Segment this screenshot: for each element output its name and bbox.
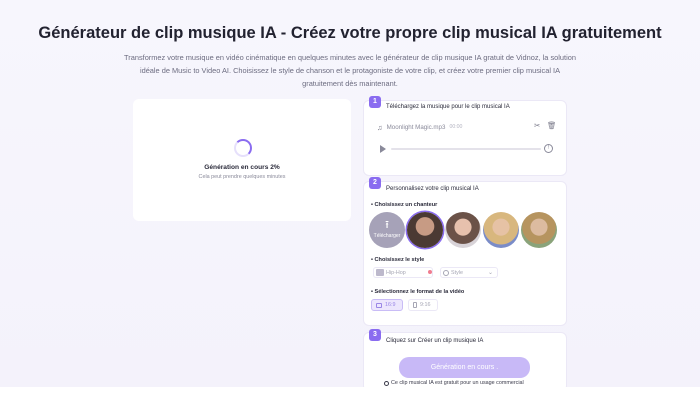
step3-title: Cliquez sur Créer un clip musique IA [386,338,484,344]
style-placeholder: Style [451,269,463,276]
singer-avatar-2[interactable] [445,212,481,248]
singer-avatar-3[interactable] [483,212,519,248]
style-section-label: • Choisissez le style [371,257,425,263]
page-subtitle: Transformez votre musique en vidéo ciném… [124,53,576,88]
file-name: Moonlight Magic.mp3 [386,123,446,131]
landscape-ratio-icon [376,302,382,308]
loading-spinner-icon [234,139,252,157]
step1-card [363,100,567,176]
preview-panel: Génération en cours 2% Cela peut prendre… [133,99,351,221]
scissors-icon[interactable]: ✂ [534,121,540,130]
commercial-use-note: Ce clip musical IA est gratuit pour un u… [384,380,524,386]
footnote-text: Ce clip musical IA est gratuit pour un u… [391,380,524,386]
step2-number: 2 [369,177,381,189]
bottom-strip [0,387,700,400]
format-option-label: 16:9 [385,302,396,308]
selected-dot-icon [428,270,432,274]
singer-section-label: • Choisissez un chanteur [371,202,438,208]
singer-avatar-1[interactable] [407,212,443,248]
upload-arrow-icon: ⭱ [385,219,389,231]
uploaded-file: ♫ Moonlight Magic.mp3 00:00 [377,121,462,133]
audio-player: ! [377,142,557,156]
audio-progress-track[interactable] [391,148,541,150]
chevron-down-icon: ⌄ [487,270,493,276]
play-icon[interactable] [380,145,386,153]
format-section-label: • Sélectionnez le format de la vidéo [371,289,465,295]
singer-avatar-4[interactable] [521,212,557,248]
step2-title: Personnalisez votre clip musical IA [386,186,479,192]
step1-title: Téléchargez la musique pour le clip musi… [386,104,510,110]
portrait-ratio-icon [413,302,417,308]
format-option-label: 9:16 [420,302,431,308]
style-label-text: Choisissez le style [374,257,425,263]
genre-select[interactable]: Hip-Hop [373,267,433,278]
genre-thumbnail-icon [376,269,384,276]
upload-label: Télécharger [373,233,401,239]
format-option-landscape[interactable]: 16:9 [371,299,403,311]
file-duration: 00:00 [449,124,463,130]
step3-number: 3 [369,329,381,341]
generation-hint: Cela peut prendre quelques minutes [198,174,286,180]
generation-status: Génération en cours 2% [204,164,280,171]
style-icon [443,269,449,276]
trash-icon[interactable]: 🗑 [547,121,557,130]
format-label-text: Sélectionnez le format de la vidéo [374,289,465,295]
step1-number: 1 [369,96,381,108]
style-select[interactable]: Style ⌄ [440,267,498,278]
genre-value: Hip-Hop [386,269,406,276]
format-option-portrait[interactable]: 9:16 [408,299,438,311]
singer-label-text: Choisissez un chanteur [374,202,438,208]
info-icon[interactable]: ! [544,144,553,153]
upload-singer-button[interactable]: ⭱ Télécharger [369,212,405,248]
music-note-icon: ♫ [377,122,383,132]
generate-button[interactable]: Génération en cours . [399,357,530,378]
page-title: Générateur de clip musique IA - Créez vo… [38,24,662,42]
check-circle-icon [384,380,389,386]
page: Générateur de clip musique IA - Créez vo… [0,0,700,400]
